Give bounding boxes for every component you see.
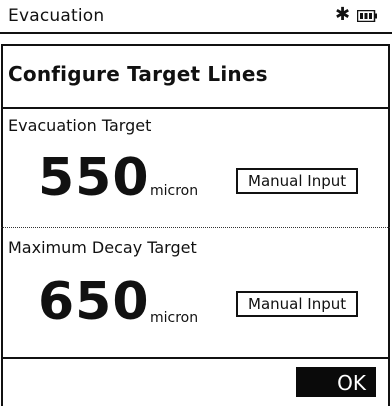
decay-target-label: Maximum Decay Target xyxy=(8,238,197,257)
footer-divider xyxy=(1,357,390,359)
heading-divider xyxy=(1,107,390,109)
section-divider xyxy=(1,227,390,228)
evacuation-target-value: 550 xyxy=(38,148,150,208)
evacuation-target-unit: micron xyxy=(150,183,199,199)
bluetooth-icon: ✱ xyxy=(335,4,351,25)
ok-button[interactable]: OK xyxy=(296,367,376,397)
status-title: Evacuation xyxy=(8,6,105,26)
configure-panel xyxy=(1,44,390,406)
evacuation-target-label: Evacuation Target xyxy=(8,116,152,135)
page-title: Configure Target Lines xyxy=(8,62,268,86)
decay-manual-input-button[interactable]: Manual Input xyxy=(236,291,359,317)
battery-icon xyxy=(357,10,377,22)
evacuation-manual-input-button[interactable]: Manual Input xyxy=(236,168,359,194)
decay-target-value: 650 xyxy=(38,272,150,332)
decay-target-unit: micron xyxy=(150,310,199,326)
status-bar: Evacuation ✱ xyxy=(0,0,392,34)
